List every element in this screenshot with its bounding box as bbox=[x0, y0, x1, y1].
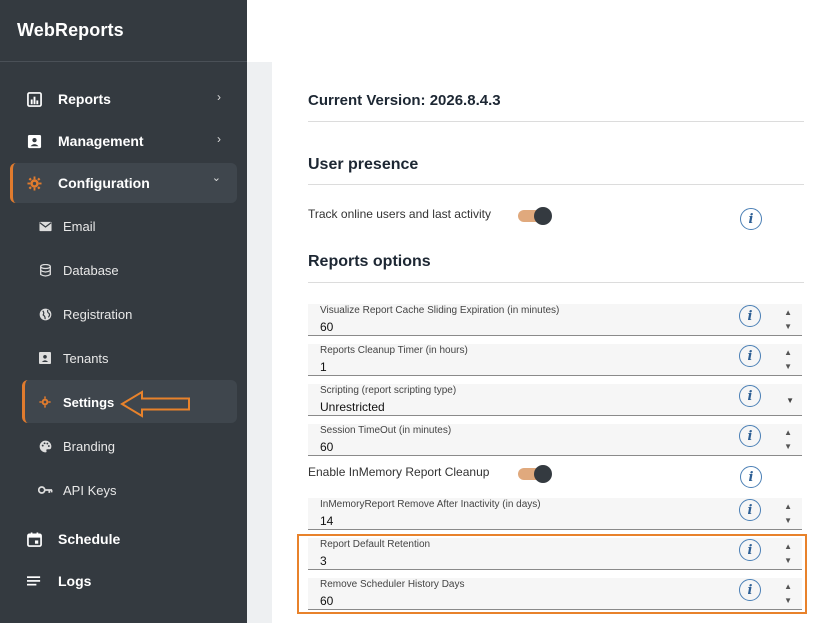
info-icon[interactable]: i bbox=[740, 466, 762, 488]
sidebar-item-schedule[interactable]: Schedule bbox=[0, 528, 247, 550]
current-version: Current Version: 2026.8.4.3 bbox=[308, 92, 501, 109]
inmemory-cleanup-toggle[interactable] bbox=[518, 465, 552, 483]
info-icon[interactable]: i bbox=[739, 499, 761, 521]
sidebar-item-registration[interactable]: Registration bbox=[0, 304, 247, 324]
field-value: 1 bbox=[320, 360, 327, 374]
section-heading-reports-options: Reports options bbox=[308, 253, 431, 270]
palette-icon bbox=[37, 438, 53, 454]
field-value: Unrestricted bbox=[320, 400, 385, 414]
sidebar-item-api-keys[interactable]: API Keys bbox=[0, 480, 247, 500]
sidebar-item-email[interactable]: Email bbox=[0, 216, 247, 236]
inmemory-remove-field[interactable]: InMemoryReport Remove After Inactivity (… bbox=[308, 498, 802, 530]
field-label: Session TimeOut (in minutes) bbox=[320, 425, 452, 436]
info-icon[interactable]: i bbox=[740, 208, 762, 230]
globe-icon bbox=[37, 306, 53, 322]
section-heading-user-presence: User presence bbox=[308, 156, 419, 173]
inmemory-cleanup-label: Enable InMemory Report Cleanup bbox=[308, 465, 490, 479]
sidebar-item-label: Settings bbox=[63, 395, 115, 410]
annotation-arrow-icon bbox=[120, 390, 190, 418]
sidebar-item-label: Logs bbox=[58, 573, 92, 589]
toggle-knob bbox=[534, 465, 552, 483]
bar-chart-icon bbox=[26, 91, 42, 107]
list-icon bbox=[26, 573, 42, 589]
key-icon bbox=[37, 482, 53, 498]
field-label: Scripting (report scripting type) bbox=[320, 385, 457, 396]
session-timeout-field[interactable]: Session TimeOut (in minutes) 60 i ▲ ▼ bbox=[308, 424, 802, 456]
field-label: Visualize Report Cache Sliding Expiratio… bbox=[320, 305, 560, 316]
info-icon[interactable]: i bbox=[739, 385, 761, 407]
sidebar-item-label: Branding bbox=[63, 439, 116, 454]
info-icon[interactable]: i bbox=[739, 305, 761, 327]
scripting-type-select[interactable]: Scripting (report scripting type) Unrest… bbox=[308, 384, 802, 416]
sidebar-item-management[interactable]: Management › bbox=[0, 130, 247, 152]
database-icon bbox=[37, 262, 53, 278]
calendar-icon bbox=[26, 531, 42, 547]
sidebar-item-label: Reports bbox=[58, 91, 111, 107]
annotation-highlight-box bbox=[297, 534, 807, 614]
gear-icon bbox=[26, 175, 42, 191]
top-bar bbox=[247, 0, 815, 62]
info-icon[interactable]: i bbox=[739, 425, 761, 447]
toggle-knob bbox=[534, 207, 552, 225]
number-stepper[interactable]: ▲ ▼ bbox=[784, 346, 792, 374]
cleanup-timer-field[interactable]: Reports Cleanup Timer (in hours) 1 i ▲ ▼ bbox=[308, 344, 802, 376]
chevron-down-icon: ⌄ bbox=[211, 172, 221, 184]
cache-expiration-field[interactable]: Visualize Report Cache Sliding Expiratio… bbox=[308, 304, 802, 336]
divider bbox=[308, 184, 804, 185]
sidebar-item-label: Tenants bbox=[63, 351, 109, 366]
number-stepper[interactable]: ▲ ▼ bbox=[784, 500, 792, 528]
sidebar-item-label: Database bbox=[63, 263, 119, 278]
sidebar-item-reports[interactable]: Reports › bbox=[0, 88, 247, 110]
field-value: 14 bbox=[320, 514, 334, 528]
divider bbox=[308, 282, 804, 283]
contact-card-icon bbox=[26, 133, 42, 149]
gear-icon bbox=[37, 394, 53, 410]
sidebar-item-label: Schedule bbox=[58, 531, 121, 547]
sidebar-item-configuration[interactable]: Configuration ⌄ bbox=[0, 172, 247, 194]
envelope-icon bbox=[37, 218, 53, 234]
sidebar-item-branding[interactable]: Branding bbox=[0, 436, 247, 456]
field-label: Reports Cleanup Timer (in hours) bbox=[320, 345, 468, 356]
chevron-down-icon[interactable]: ▼ bbox=[786, 396, 794, 405]
sidebar-item-tenants[interactable]: Tenants bbox=[0, 348, 247, 368]
sidebar-item-database[interactable]: Database bbox=[0, 260, 247, 280]
number-stepper[interactable]: ▲ ▼ bbox=[784, 306, 792, 334]
sidebar-item-logs[interactable]: Logs bbox=[0, 570, 247, 592]
field-value: 60 bbox=[320, 320, 334, 334]
chevron-right-icon: › bbox=[217, 132, 221, 146]
sidebar: WebReports Reports › Management › Config… bbox=[0, 0, 247, 623]
number-stepper[interactable]: ▲ ▼ bbox=[784, 426, 792, 454]
sidebar-item-label: Registration bbox=[63, 307, 133, 322]
track-users-label: Track online users and last activity bbox=[308, 207, 491, 221]
track-users-toggle[interactable] bbox=[518, 207, 552, 225]
sidebar-item-label: Email bbox=[63, 219, 96, 234]
id-badge-icon bbox=[37, 350, 53, 366]
field-label: InMemoryReport Remove After Inactivity (… bbox=[320, 499, 541, 510]
app-title: WebReports bbox=[0, 0, 247, 62]
chevron-right-icon: › bbox=[217, 90, 221, 104]
info-icon[interactable]: i bbox=[739, 345, 761, 367]
field-value: 60 bbox=[320, 440, 334, 454]
divider bbox=[308, 121, 804, 122]
sidebar-item-label: API Keys bbox=[63, 483, 117, 498]
sidebar-item-label: Configuration bbox=[58, 175, 150, 191]
sidebar-item-label: Management bbox=[58, 133, 144, 149]
